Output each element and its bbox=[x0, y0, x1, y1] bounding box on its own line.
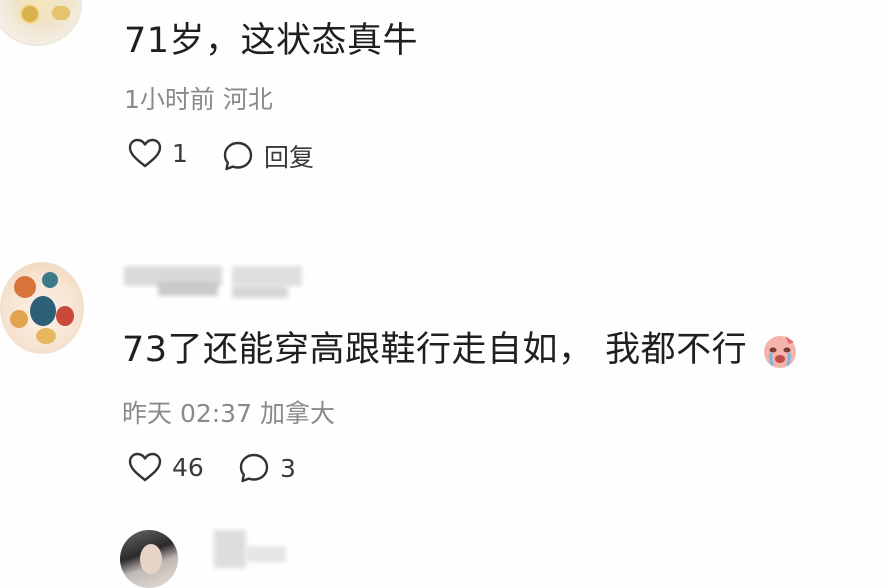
comment-text-content: 73了还能穿高跟鞋行走自如， 我都不行 bbox=[122, 330, 748, 370]
avatar[interactable] bbox=[120, 530, 178, 588]
like-count: 46 bbox=[172, 452, 204, 482]
reply-label: 回复 bbox=[264, 143, 315, 172]
avatar-decoration bbox=[52, 6, 70, 20]
avatar-decoration bbox=[140, 544, 162, 574]
comment-text: 73了还能穿高跟鞋行走自如， 我都不行 bbox=[122, 321, 799, 372]
like-button[interactable]: 1 bbox=[128, 138, 188, 168]
avatar-decoration bbox=[30, 296, 56, 326]
avatar-decoration bbox=[22, 6, 38, 22]
avatar[interactable] bbox=[0, 262, 84, 354]
avatar-decoration bbox=[56, 306, 74, 326]
comment-meta: 昨天 02:37 加拿大 bbox=[122, 399, 335, 428]
heart-icon bbox=[128, 452, 162, 482]
avatar-decoration bbox=[42, 272, 58, 288]
reply-button[interactable]: 3 bbox=[238, 452, 296, 484]
heart-icon bbox=[128, 138, 162, 168]
like-button[interactable]: 46 bbox=[128, 452, 204, 482]
reply-button[interactable]: 回复 bbox=[222, 138, 314, 174]
comment-meta: 1小时前 河北 bbox=[124, 85, 273, 114]
comment-bubble-icon bbox=[222, 140, 254, 172]
reply-count: 3 bbox=[280, 453, 296, 483]
like-count: 1 bbox=[172, 138, 188, 168]
crying-face-emoji bbox=[761, 332, 799, 370]
comment-text: 71岁，这状态真牛 bbox=[124, 21, 419, 61]
comment-bubble-icon bbox=[238, 452, 270, 484]
avatar-decoration bbox=[10, 310, 28, 328]
avatar-decoration bbox=[36, 328, 56, 344]
avatar-decoration bbox=[14, 276, 36, 298]
avatar[interactable] bbox=[0, 0, 82, 46]
